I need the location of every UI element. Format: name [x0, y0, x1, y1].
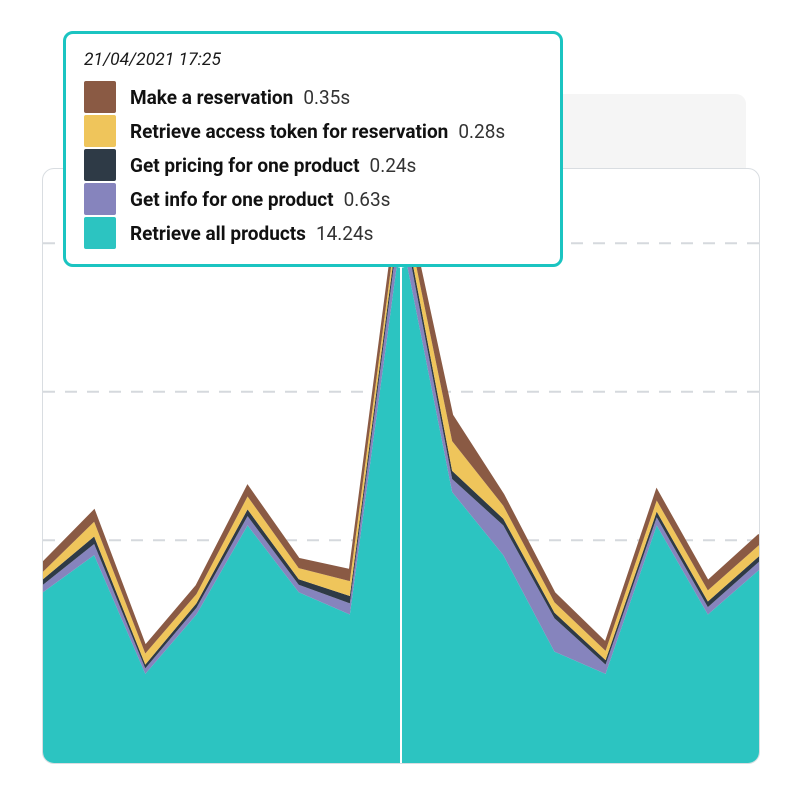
legend-swatch	[84, 217, 116, 249]
legend-value: 14.24s	[316, 222, 374, 245]
legend-row: Make a reservation 0.35s	[84, 80, 542, 114]
legend-row: Get pricing for one product 0.24s	[84, 148, 542, 182]
legend-value: 0.63s	[344, 188, 391, 211]
legend-swatch	[84, 115, 116, 147]
legend-row: Retrieve all products 14.24s	[84, 216, 542, 250]
legend-swatch	[84, 183, 116, 215]
legend-label: Get info for one product	[130, 188, 334, 211]
legend-row: Get info for one product 0.63s	[84, 182, 542, 216]
legend-label: Get pricing for one product	[130, 154, 360, 177]
legend-label: Retrieve all products	[130, 222, 306, 245]
legend-label: Retrieve access token for reservation	[130, 120, 448, 143]
chart-tooltip: 21/04/2021 17:25 Make a reservation 0.35s…	[63, 31, 563, 267]
tooltip-timestamp: 21/04/2021 17:25	[84, 50, 542, 70]
legend-row: Retrieve access token for reservation 0.2…	[84, 114, 542, 148]
legend-swatch	[84, 149, 116, 181]
legend-swatch	[84, 81, 116, 113]
legend-value: 0.24s	[370, 154, 417, 177]
legend-value: 0.28s	[458, 120, 505, 143]
legend-label: Make a reservation	[130, 86, 293, 109]
legend-value: 0.35s	[303, 86, 350, 109]
